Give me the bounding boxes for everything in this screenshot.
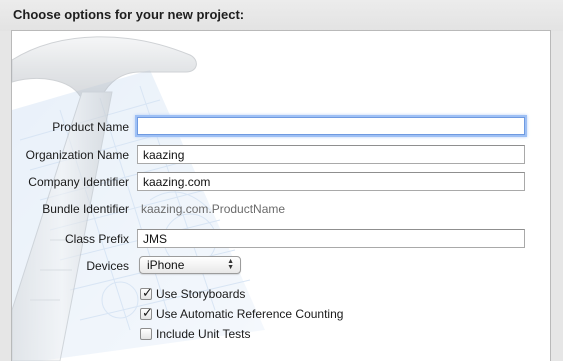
devices-select[interactable]: iPhone ▲ ▼ <box>139 256 241 274</box>
include-unit-tests-label[interactable]: Include Unit Tests <box>156 327 251 341</box>
page-title: Choose options for your new project: <box>13 7 245 22</box>
organization-name-input[interactable] <box>137 145 525 164</box>
bundle-identifier-label: Bundle Identifier <box>42 202 129 216</box>
product-name-input[interactable] <box>137 117 525 135</box>
company-identifier-input[interactable] <box>137 172 525 191</box>
devices-selected-value: iPhone <box>147 258 185 272</box>
company-identifier-label: Company Identifier <box>28 175 129 189</box>
sheet-header: Choose options for your new project: <box>0 0 563 31</box>
class-prefix-label: Class Prefix <box>64 232 129 246</box>
use-arc-checkbox[interactable]: ✓ <box>140 305 153 320</box>
up-down-arrows-icon: ▲ ▼ <box>227 258 234 271</box>
checkmark-icon: ✓ <box>142 285 153 300</box>
bundle-identifier-value: kaazing.com.ProductName <box>141 202 286 216</box>
organization-name-label: Organization Name <box>25 148 129 162</box>
use-storyboards-label[interactable]: Use Storyboards <box>156 287 245 301</box>
include-unit-tests-checkbox[interactable] <box>140 328 152 340</box>
devices-label: Devices <box>86 259 129 273</box>
checkmark-icon: ✓ <box>142 305 153 320</box>
use-arc-label[interactable]: Use Automatic Reference Counting <box>156 307 343 321</box>
class-prefix-input[interactable] <box>137 229 525 248</box>
product-name-label: Product Name <box>52 120 129 134</box>
use-storyboards-checkbox[interactable]: ✓ <box>140 285 153 300</box>
